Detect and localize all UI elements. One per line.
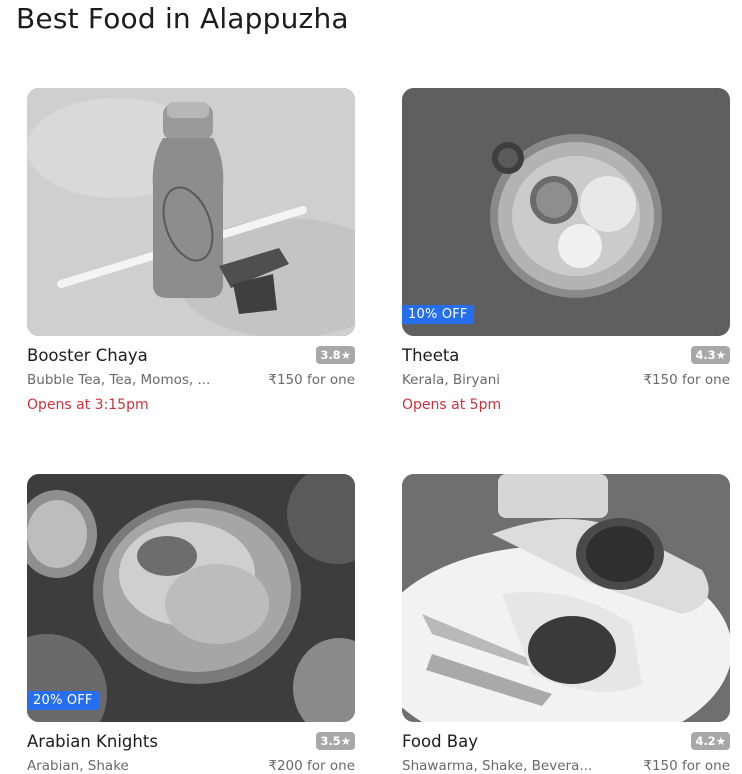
restaurant-name[interactable]: Booster Chaya (27, 346, 148, 365)
rating-badge: 3.8★ (316, 346, 355, 364)
page-title: Best Food in Alappuzha (16, 2, 349, 35)
rating-badge: 3.5★ (316, 732, 355, 750)
cuisines-text: Bubble Tea, Tea, Momos, ... (27, 372, 211, 388)
opens-at-text: Opens at 3:15pm (27, 397, 149, 413)
restaurant-image[interactable]: 10% OFF (402, 88, 730, 336)
rating-badge: 4.2★ (691, 732, 730, 750)
price-text: ₹150 for one (268, 372, 355, 388)
star-icon: ★ (715, 734, 726, 748)
opens-at-text: Opens at 5pm (402, 397, 502, 413)
milkshake-bottle-photo (27, 88, 355, 336)
price-text: ₹150 for one (643, 372, 730, 388)
restaurant-image[interactable]: 20% OFF (27, 474, 355, 722)
star-icon: ★ (715, 348, 726, 362)
restaurant-image[interactable] (402, 474, 730, 722)
restaurant-card-food-bay[interactable]: Food Bay 4.2★ Shawarma, Shake, Bevera...… (402, 474, 730, 774)
restaurant-card-arabian-knights[interactable]: 20% OFF Arabian Knights 3.5★ Arabian, Sh… (27, 474, 355, 774)
restaurant-card-booster-chaya[interactable]: Booster Chaya 3.8★ Bubble Tea, Tea, Momo… (27, 88, 355, 413)
shawarma-roll-photo (402, 474, 730, 722)
cuisines-text: Kerala, Biryani (402, 372, 501, 388)
star-icon: ★ (340, 734, 351, 748)
star-icon: ★ (340, 348, 351, 362)
restaurant-image[interactable] (27, 88, 355, 336)
rating-badge: 4.3★ (691, 346, 730, 364)
restaurant-card-theeta[interactable]: 10% OFF Theeta 4.3★ Kerala, Biryani ₹150… (402, 88, 730, 413)
restaurant-name[interactable]: Food Bay (402, 732, 478, 751)
thali-plate-photo (402, 88, 730, 336)
biryani-plate-photo (27, 474, 355, 722)
restaurant-name[interactable]: Theeta (402, 346, 459, 365)
offer-badge: 20% OFF (27, 691, 99, 710)
offer-badge: 10% OFF (402, 305, 474, 324)
restaurant-name[interactable]: Arabian Knights (27, 732, 158, 751)
